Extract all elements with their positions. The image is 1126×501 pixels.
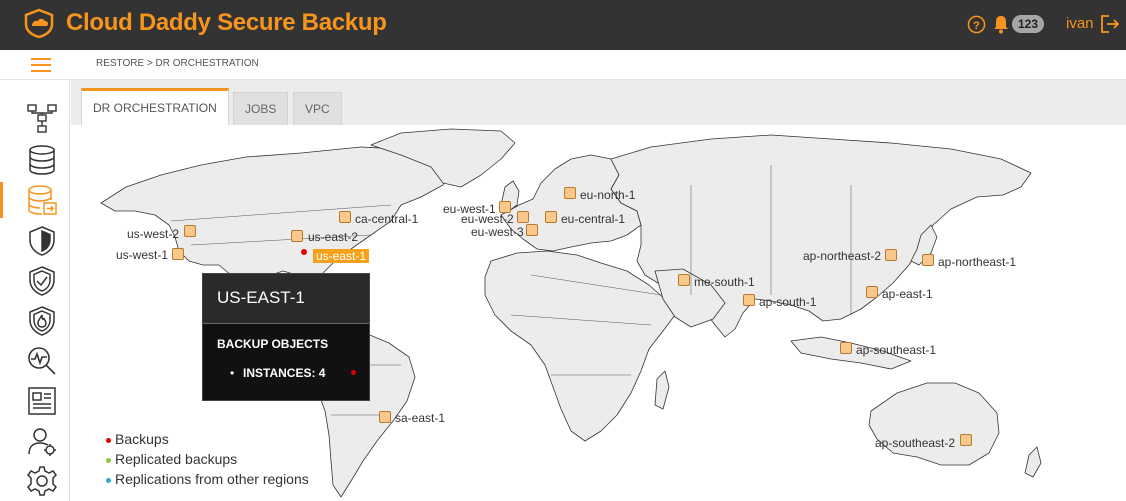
sidebar-item-shield-fire[interactable] bbox=[0, 303, 70, 339]
legend-item-backups: Backups bbox=[104, 431, 309, 451]
username-label[interactable]: ivan bbox=[1066, 15, 1094, 32]
tooltip-subtitle: BACKUP OBJECTS bbox=[217, 337, 329, 351]
tooltip-title: US-EAST-1 bbox=[203, 274, 369, 324]
tab-vpc[interactable]: VPC bbox=[293, 92, 342, 125]
user-admin-icon bbox=[28, 428, 56, 456]
africa-landmass bbox=[484, 250, 676, 442]
notification-count-badge[interactable]: 123 bbox=[1012, 15, 1045, 33]
region-label-ap-east-1[interactable]: ap-east-1 bbox=[882, 287, 933, 301]
tab-jobs[interactable]: JOBS bbox=[233, 92, 289, 125]
region-marker-ap-south-1[interactable] bbox=[743, 294, 755, 306]
region-label-eu-north-1[interactable]: eu-north-1 bbox=[580, 188, 635, 202]
network-icon bbox=[27, 104, 57, 133]
cloud-shield-logo-icon bbox=[24, 8, 54, 38]
region-label-us-east-2[interactable]: us-east-2 bbox=[308, 230, 358, 244]
tooltip-instances-count: INSTANCES: 4 bbox=[243, 366, 326, 380]
australia-landmass bbox=[868, 382, 1000, 466]
region-tooltip: US-EAST-1 BACKUP OBJECTS • INSTANCES: 4 bbox=[202, 273, 370, 401]
region-label-ap-southeast-2[interactable]: ap-southeast-2 bbox=[875, 436, 955, 450]
region-label-us-west-2[interactable]: us-west-2 bbox=[127, 227, 179, 241]
database-icon bbox=[29, 145, 55, 175]
sidebar-item-database[interactable] bbox=[0, 142, 70, 178]
legend-label-replicated-backups: Replicated backups bbox=[115, 451, 238, 467]
region-marker-us-west-2[interactable] bbox=[184, 225, 196, 237]
madagascar-landmass bbox=[654, 370, 670, 410]
region-marker-us-east-2[interactable] bbox=[291, 230, 303, 242]
region-label-sa-east-1[interactable]: sa-east-1 bbox=[395, 411, 445, 425]
region-marker-ap-southeast-2[interactable] bbox=[960, 434, 972, 446]
logout-icon[interactable] bbox=[1100, 14, 1120, 34]
region-marker-eu-north-1[interactable] bbox=[564, 187, 576, 199]
sidebar-item-restore[interactable] bbox=[0, 182, 70, 218]
app-title: Cloud Daddy Secure Backup bbox=[66, 9, 387, 36]
breadcrumb-bar: RESTORE > DR ORCHESTRATION bbox=[0, 50, 1126, 80]
region-marker-ap-east-1[interactable] bbox=[866, 286, 878, 298]
bell-icon[interactable] bbox=[993, 15, 1009, 34]
region-marker-ap-northeast-1[interactable] bbox=[922, 254, 934, 266]
tooltip-backup-dot bbox=[351, 370, 356, 375]
legend-dot-backups bbox=[106, 438, 111, 443]
breadcrumb: RESTORE > DR ORCHESTRATION bbox=[96, 58, 259, 69]
shield-check-icon bbox=[29, 266, 55, 296]
region-marker-ap-southeast-1[interactable] bbox=[840, 342, 852, 354]
database-restore-icon bbox=[28, 185, 57, 215]
help-circle-icon[interactable]: ? bbox=[967, 15, 986, 34]
region-marker-eu-west-2[interactable] bbox=[517, 211, 529, 223]
region-marker-sa-east-1[interactable] bbox=[379, 411, 391, 423]
region-label-us-west-1[interactable]: us-west-1 bbox=[116, 248, 168, 262]
new-zealand-landmass bbox=[1024, 446, 1042, 478]
region-label-me-south-1[interactable]: me-south-1 bbox=[694, 275, 755, 289]
tab-dr-orchestration[interactable]: DR ORCHESTRATION bbox=[81, 88, 229, 125]
tab-bar: DR ORCHESTRATION JOBS VPC bbox=[71, 80, 1126, 125]
legend-label-replications-other: Replications from other regions bbox=[115, 471, 309, 487]
sidebar-item-users[interactable] bbox=[0, 423, 70, 459]
sidebar-item-settings[interactable] bbox=[0, 463, 70, 499]
region-marker-ca-central-1[interactable] bbox=[339, 211, 351, 223]
backup-indicator-dot bbox=[301, 249, 307, 255]
report-icon bbox=[28, 387, 56, 415]
sidebar-item-monitoring[interactable] bbox=[0, 343, 70, 379]
legend-item-replications-other: Replications from other regions bbox=[104, 471, 309, 491]
top-bar: Cloud Daddy Secure Backup ? 123 ivan bbox=[0, 0, 1126, 50]
region-marker-us-west-1[interactable] bbox=[172, 248, 184, 260]
map-legend: Backups Replicated backups Replications … bbox=[104, 431, 309, 491]
region-marker-eu-west-3[interactable] bbox=[526, 224, 538, 236]
region-label-us-east-1[interactable]: us-east-1 bbox=[313, 249, 370, 263]
region-label-ap-northeast-2[interactable]: ap-northeast-2 bbox=[803, 249, 881, 263]
region-label-eu-west-2[interactable]: eu-west-2 bbox=[461, 212, 514, 226]
sidebar bbox=[0, 80, 70, 501]
region-marker-eu-central-1[interactable] bbox=[545, 211, 557, 223]
legend-dot-replications-other bbox=[106, 478, 111, 483]
shield-fire-icon bbox=[29, 306, 55, 336]
region-label-ap-northeast-1[interactable]: ap-northeast-1 bbox=[938, 255, 1016, 269]
region-label-ap-south-1[interactable]: ap-south-1 bbox=[759, 295, 816, 309]
hamburger-menu-icon[interactable] bbox=[31, 58, 51, 72]
gear-icon bbox=[27, 466, 57, 496]
region-label-eu-west-3[interactable]: eu-west-3 bbox=[471, 225, 524, 239]
region-marker-ap-northeast-2[interactable] bbox=[885, 249, 897, 261]
svg-text:?: ? bbox=[973, 20, 980, 32]
region-label-ap-southeast-1[interactable]: ap-southeast-1 bbox=[856, 343, 936, 357]
legend-dot-replicated bbox=[106, 458, 111, 463]
monitor-search-icon bbox=[28, 347, 56, 375]
region-marker-me-south-1[interactable] bbox=[678, 274, 690, 286]
legend-item-replicated-backups: Replicated backups bbox=[104, 451, 309, 471]
tooltip-bullet: • bbox=[230, 366, 235, 380]
region-label-eu-central-1[interactable]: eu-central-1 bbox=[561, 212, 625, 226]
sidebar-item-shield-check[interactable] bbox=[0, 263, 70, 299]
shield-icon bbox=[29, 226, 55, 256]
sidebar-item-network[interactable] bbox=[0, 100, 70, 136]
sidebar-item-shield[interactable] bbox=[0, 223, 70, 259]
legend-label-backups: Backups bbox=[115, 431, 169, 447]
sidebar-item-reports[interactable] bbox=[0, 383, 70, 419]
region-label-ca-central-1[interactable]: ca-central-1 bbox=[355, 212, 418, 226]
